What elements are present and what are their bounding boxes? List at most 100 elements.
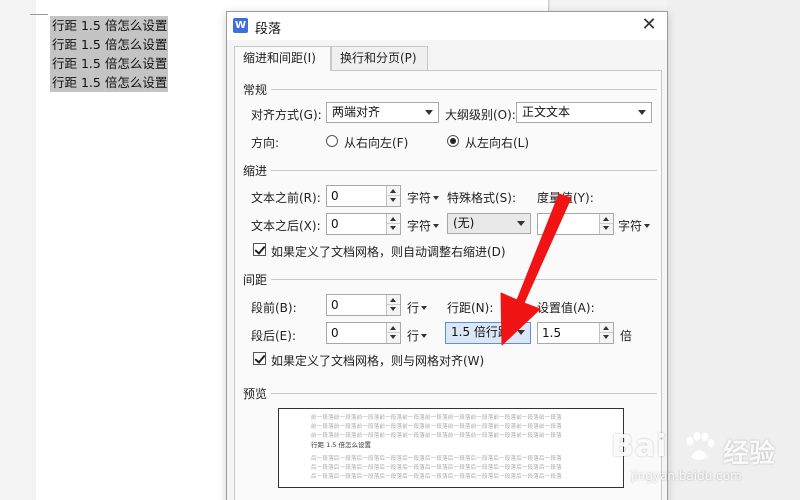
measure-spinner[interactable] bbox=[537, 213, 614, 235]
preview-next-line: 后一段落后一段落后一段落后一段落后一段落后一段落后一段落后一段落后一段落后一段落… bbox=[311, 474, 562, 480]
unit-dropdown-icon bbox=[421, 306, 428, 310]
watermark-brand: Bai bbox=[611, 429, 668, 464]
setting-value-input[interactable] bbox=[538, 323, 600, 343]
document-line[interactable]: 行距 1.5 倍怎么设置 bbox=[50, 35, 168, 54]
indent-after-unit-text: 字符 bbox=[407, 219, 432, 233]
direction-ltr-label[interactable]: 从左向右(L) bbox=[465, 134, 529, 151]
preview-prev-line: 前一段落前一段落前一段落前一段落前一段落前一段落前一段落前一段落前一段落前一段落… bbox=[311, 415, 562, 421]
dropdown-arrow-icon bbox=[517, 330, 525, 335]
spinner-buttons bbox=[599, 214, 613, 234]
unit-dropdown-icon bbox=[644, 224, 651, 228]
spin-down-arrow-icon[interactable] bbox=[387, 224, 400, 234]
preview-next-line: 后一段落后一段落后一段落后一段落后一段落后一段落后一段落后一段落后一段落后一段落… bbox=[311, 465, 562, 471]
section-divider bbox=[269, 170, 657, 171]
tab-line-page-breaks[interactable]: 换行和分页(P) bbox=[331, 46, 428, 70]
setting-value-unit: 倍 bbox=[620, 329, 633, 343]
section-indent-title: 缩进 bbox=[243, 162, 272, 179]
unit-dropdown-icon bbox=[433, 224, 440, 228]
preview-prev-line: 前一段落前一段落前一段落前一段落前一段落前一段落前一段落前一段落前一段落前一段落… bbox=[311, 433, 562, 439]
tab-panel-indent-spacing: 常规 对齐方式(G): 两端对齐 大纲级别(O): 正文文本 方向: 从右向左(… bbox=[234, 70, 662, 500]
auto-adjust-indent-label[interactable]: 如果定义了文档网格，则自动调整右缩进(D) bbox=[271, 243, 506, 260]
alignment-label: 对齐方式(G): bbox=[251, 108, 322, 122]
indent-before-input[interactable] bbox=[327, 186, 387, 206]
indent-before-label: 文本之前(R): bbox=[251, 191, 321, 205]
watermark-url: jingyan.baidu.com bbox=[631, 469, 742, 483]
spinner-buttons bbox=[386, 295, 400, 315]
baidu-jingyan-watermark: Bai 经验 jingyan.baidu.com bbox=[603, 425, 793, 495]
indent-before-spinner[interactable] bbox=[326, 185, 401, 207]
spin-up-arrow-icon[interactable] bbox=[387, 214, 400, 224]
spin-down-arrow-icon[interactable] bbox=[387, 305, 400, 315]
watermark-jingyan: 经验 bbox=[723, 439, 776, 469]
section-divider bbox=[269, 393, 657, 394]
indent-after-spinner[interactable] bbox=[326, 213, 401, 235]
line-spacing-select[interactable]: 1.5 倍行距 bbox=[445, 322, 531, 344]
measure-input[interactable] bbox=[538, 214, 600, 234]
setting-value-label: 设置值(A): bbox=[537, 301, 595, 315]
indent-after-unit[interactable]: 字符 bbox=[407, 217, 440, 234]
spin-up-arrow-icon[interactable] bbox=[387, 295, 400, 305]
spin-down-arrow-icon[interactable] bbox=[387, 333, 400, 343]
special-format-value: (无) bbox=[453, 216, 475, 230]
outline-level-select[interactable]: 正文文本 bbox=[516, 102, 652, 123]
document-text: 行距 1.5 倍怎么设置 行距 1.5 倍怎么设置 行距 1.5 倍怎么设置 行… bbox=[50, 16, 168, 92]
space-after-spinner[interactable] bbox=[326, 322, 401, 344]
dialog-title: 段落 bbox=[255, 22, 282, 37]
close-button[interactable]: ✕ bbox=[639, 15, 659, 35]
preview-sample-line: 行距 1.5 倍怎么设置 bbox=[311, 441, 371, 449]
direction-rtl-radio[interactable] bbox=[326, 135, 338, 147]
tab-indent-spacing[interactable]: 缩进和间距(I) bbox=[234, 46, 331, 71]
special-format-label: 特殊格式(S): bbox=[447, 191, 517, 205]
space-before-unit[interactable]: 行 bbox=[407, 299, 428, 316]
outline-level-label: 大纲级别(O): bbox=[445, 108, 516, 122]
spin-up-arrow-icon[interactable] bbox=[600, 214, 613, 224]
space-after-label: 段后(E): bbox=[251, 329, 296, 343]
spin-up-arrow-icon[interactable] bbox=[387, 186, 400, 196]
dropdown-arrow-icon bbox=[517, 221, 525, 226]
section-preview-title: 预览 bbox=[243, 385, 272, 402]
space-after-unit[interactable]: 行 bbox=[407, 327, 428, 344]
dialog-title-bar[interactable]: W 段落 ✕ bbox=[227, 12, 667, 40]
space-after-input[interactable] bbox=[327, 323, 387, 343]
section-divider bbox=[269, 89, 657, 90]
spin-down-arrow-icon[interactable] bbox=[600, 224, 613, 234]
alignment-select[interactable]: 两端对齐 bbox=[326, 102, 439, 123]
setting-value-spinner[interactable] bbox=[537, 322, 614, 344]
direction-ltr-radio[interactable] bbox=[447, 135, 459, 147]
spinner-buttons bbox=[386, 186, 400, 206]
snap-to-grid-label[interactable]: 如果定义了文档网格，则与网格对齐(W) bbox=[271, 352, 484, 369]
section-spacing-title: 间距 bbox=[243, 271, 272, 288]
spin-down-arrow-icon[interactable] bbox=[387, 196, 400, 206]
measure-unit[interactable]: 字符 bbox=[618, 217, 651, 234]
space-before-input[interactable] bbox=[327, 295, 387, 315]
spin-down-arrow-icon[interactable] bbox=[600, 333, 613, 343]
document-line[interactable]: 行距 1.5 倍怎么设置 bbox=[50, 16, 168, 35]
section-divider bbox=[269, 279, 657, 280]
auto-adjust-indent-checkbox[interactable] bbox=[253, 243, 266, 256]
indent-before-unit[interactable]: 字符 bbox=[407, 189, 440, 206]
spin-up-arrow-icon[interactable] bbox=[387, 323, 400, 333]
wps-writer-icon: W bbox=[233, 18, 248, 33]
space-after-unit-text: 行 bbox=[407, 329, 420, 343]
document-line[interactable]: 行距 1.5 倍怎么设置 bbox=[50, 54, 168, 73]
snap-to-grid-checkbox[interactable] bbox=[253, 352, 266, 365]
preview-next-line: 后一段落后一段落后一段落后一段落后一段落后一段落后一段落后一段落后一段落后一段落… bbox=[311, 456, 562, 462]
space-before-label: 段前(B): bbox=[251, 301, 297, 315]
space-before-spinner[interactable] bbox=[326, 294, 401, 316]
unit-dropdown-icon bbox=[433, 196, 440, 200]
document-line[interactable]: 行距 1.5 倍怎么设置 bbox=[50, 73, 168, 92]
space-before-unit-text: 行 bbox=[407, 301, 420, 315]
indent-after-input[interactable] bbox=[327, 214, 387, 234]
special-format-select[interactable]: (无) bbox=[447, 213, 531, 234]
paragraph-dialog: W 段落 ✕ 缩进和间距(I) 换行和分页(P) 常规 对齐方式(G): 两端对… bbox=[226, 11, 668, 500]
outline-level-value: 正文文本 bbox=[522, 105, 571, 119]
indent-after-label: 文本之后(X): bbox=[251, 219, 321, 233]
spin-up-arrow-icon[interactable] bbox=[600, 323, 613, 333]
preview-prev-line: 前一段落前一段落前一段落前一段落前一段落前一段落前一段落前一段落前一段落前一段落… bbox=[311, 424, 562, 430]
spinner-buttons bbox=[386, 214, 400, 234]
indent-before-unit-text: 字符 bbox=[407, 191, 432, 205]
direction-rtl-label[interactable]: 从右向左(F) bbox=[344, 134, 408, 151]
measure-label: 度量值(Y): bbox=[537, 191, 594, 205]
alignment-value: 两端对齐 bbox=[332, 105, 381, 119]
direction-label: 方向: bbox=[251, 136, 280, 150]
